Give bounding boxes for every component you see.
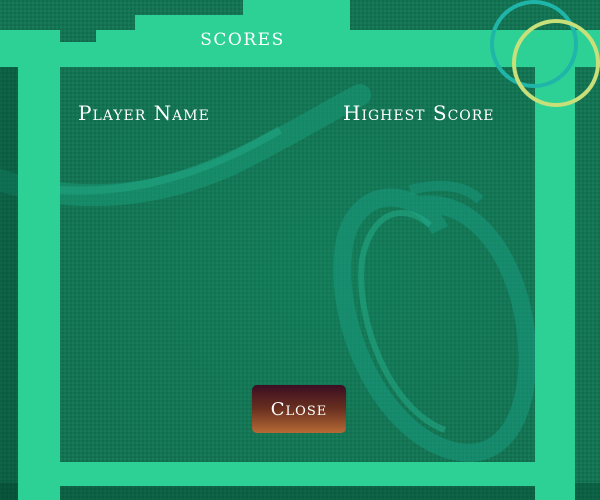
- column-header-player-name: Player Name: [78, 101, 210, 125]
- close-button[interactable]: Close: [252, 385, 346, 433]
- frame-top-step: [60, 42, 100, 67]
- frame-top-step-2: [96, 30, 140, 67]
- frame-left-post: [18, 30, 60, 500]
- scores-screen: SCORES Player Name Highest Score Close: [0, 0, 600, 500]
- column-header-highest-score: Highest Score: [343, 101, 495, 125]
- frame-shadow-left: [0, 67, 18, 500]
- screen-title: SCORES: [200, 30, 285, 50]
- double-ring-ornament: [490, 0, 600, 107]
- frame-bottom: [18, 462, 575, 486]
